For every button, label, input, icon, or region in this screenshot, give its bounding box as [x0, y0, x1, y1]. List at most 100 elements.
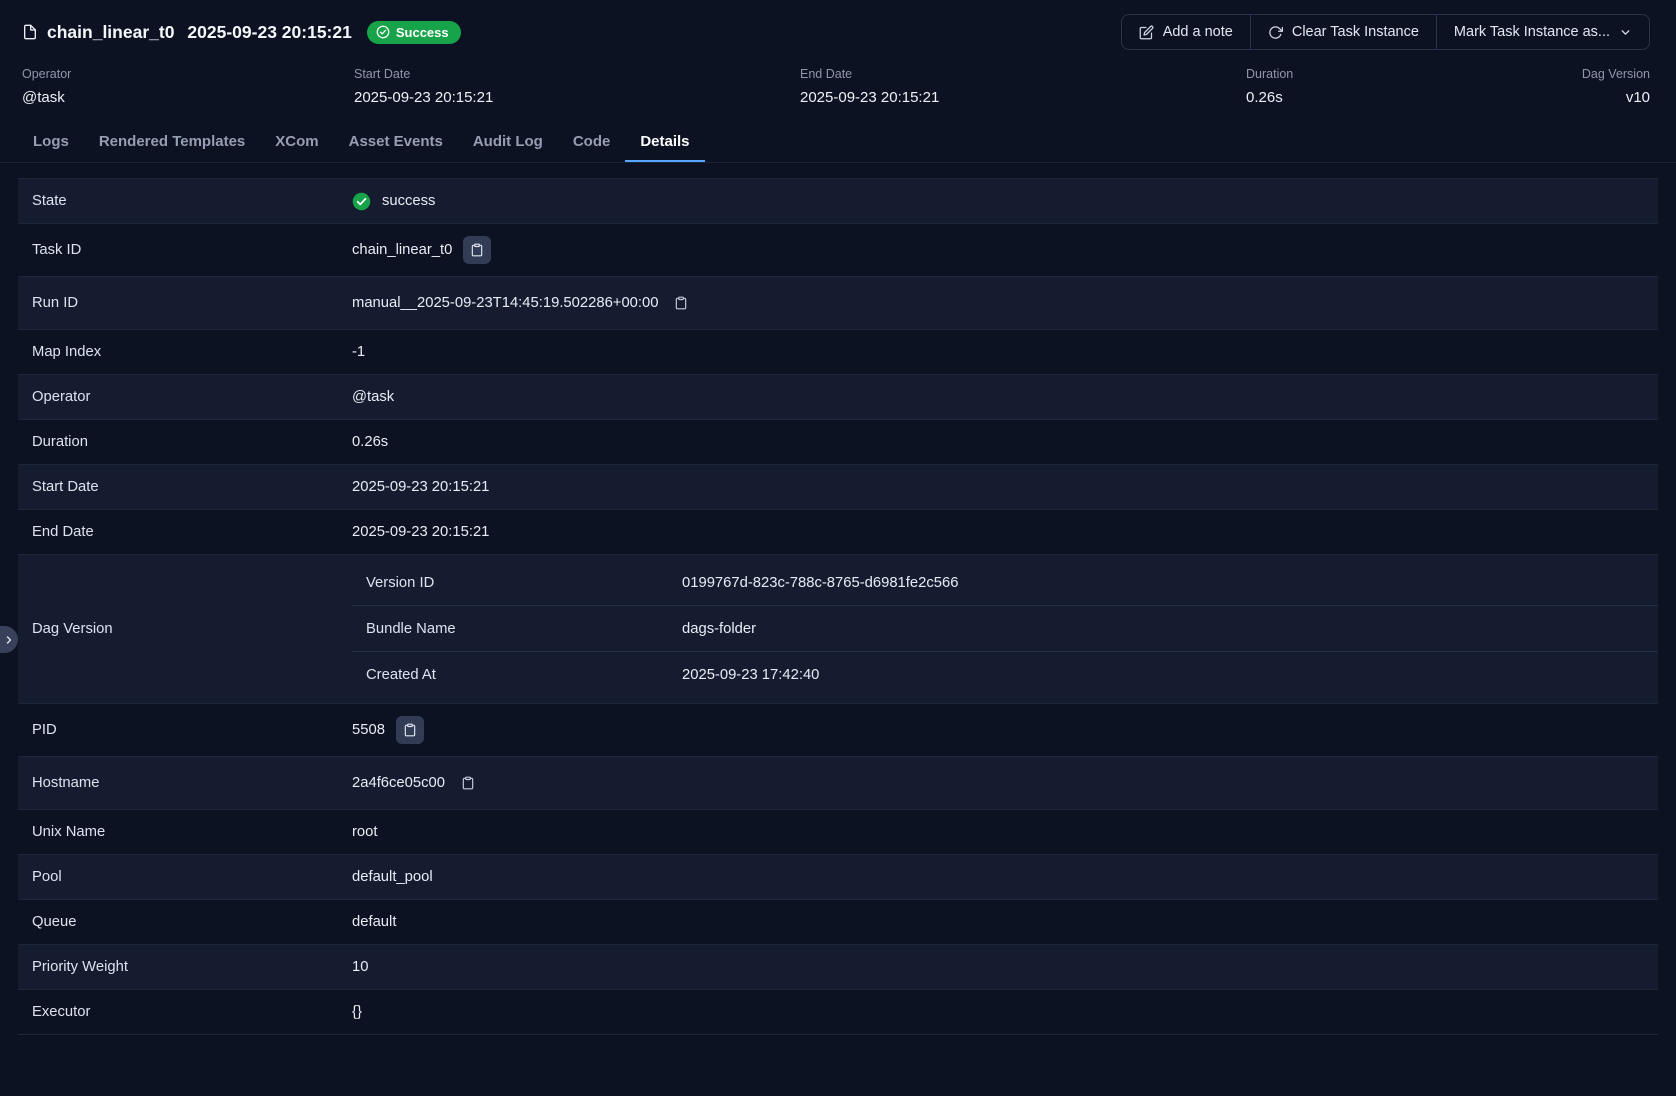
- row-label: Created At: [352, 667, 682, 683]
- copy-button[interactable]: [669, 291, 693, 315]
- copy-button[interactable]: [463, 236, 491, 264]
- row-value: 2025-09-23 20:15:21: [352, 479, 489, 495]
- meta-value: 0.26s: [1246, 89, 1582, 106]
- meta-label: Dag Version: [1582, 67, 1650, 81]
- table-row-dag-version: Dag Version Version ID 0199767d-823c-788…: [18, 555, 1658, 704]
- row-label: Bundle Name: [352, 621, 682, 637]
- row-value: 2025-09-23 20:15:21: [352, 524, 489, 540]
- header-action-group: Add a note Clear Task Instance Mark Task…: [1121, 14, 1650, 50]
- pid-value: 5508: [352, 722, 385, 738]
- priority-weight-value: 10: [352, 959, 368, 975]
- tab-xcom[interactable]: XCom: [260, 120, 333, 162]
- queue-value: default: [352, 914, 396, 930]
- row-value: 0.26s: [352, 434, 388, 450]
- row-label: Start Date: [18, 479, 352, 495]
- title-row: chain_linear_t0 2025-09-23 20:15:21 Succ…: [22, 14, 1650, 50]
- clipboard-icon: [403, 723, 417, 737]
- tab-asset-events[interactable]: Asset Events: [334, 120, 458, 162]
- map-index-value: -1: [352, 344, 365, 360]
- success-check-icon: [352, 192, 371, 211]
- clear-task-instance-label: Clear Task Instance: [1292, 24, 1419, 40]
- copy-button[interactable]: [456, 771, 480, 795]
- row-label: Priority Weight: [18, 959, 352, 975]
- tab-audit-log[interactable]: Audit Log: [458, 120, 558, 162]
- meta-label: Duration: [1246, 67, 1582, 81]
- header-meta-row: Operator @task Start Date 2025-09-23 20:…: [22, 67, 1650, 106]
- table-row-unix-name: Unix Name root: [18, 810, 1658, 855]
- check-circle-icon: [376, 25, 390, 39]
- row-value: 10: [352, 959, 368, 975]
- row-label: Dag Version: [18, 555, 352, 703]
- row-value: 2a4f6ce05c00: [352, 771, 480, 795]
- row-label: PID: [18, 722, 352, 738]
- table-row-pid: PID 5508: [18, 704, 1658, 757]
- meta-value: 2025-09-23 20:15:21: [800, 89, 1246, 106]
- tab-logs[interactable]: Logs: [18, 120, 84, 162]
- row-value: root: [352, 824, 378, 840]
- row-value: manual__2025-09-23T14:45:19.502286+00:00: [352, 291, 693, 315]
- pool-value: default_pool: [352, 869, 433, 885]
- meta-value: v10: [1582, 89, 1650, 106]
- tab-rendered-templates[interactable]: Rendered Templates: [84, 120, 260, 162]
- meta-label: End Date: [800, 67, 1246, 81]
- clipboard-icon: [470, 243, 484, 257]
- row-label: Duration: [18, 434, 352, 450]
- row-value: {}: [352, 1004, 362, 1020]
- sidebar-expand-toggle[interactable]: [0, 626, 18, 653]
- meta-start-date: Start Date 2025-09-23 20:15:21: [354, 67, 800, 106]
- tab-details[interactable]: Details: [625, 120, 704, 162]
- tab-code[interactable]: Code: [558, 120, 626, 162]
- unix-name-value: root: [352, 824, 378, 840]
- meta-label: Start Date: [354, 67, 800, 81]
- copy-button[interactable]: [396, 716, 424, 744]
- meta-operator: Operator @task: [22, 67, 354, 106]
- meta-label: Operator: [22, 67, 354, 81]
- chevron-down-icon: [1619, 26, 1632, 39]
- note-icon: [1139, 25, 1154, 40]
- table-row-operator: Operator @task: [18, 375, 1658, 420]
- meta-value: @task: [22, 89, 354, 106]
- mark-task-instance-as-label: Mark Task Instance as...: [1454, 24, 1610, 40]
- dag-version-nested-table: Version ID 0199767d-823c-788c-8765-d6981…: [352, 555, 1658, 703]
- clear-task-instance-button[interactable]: Clear Task Instance: [1250, 15, 1436, 49]
- duration-value: 0.26s: [352, 434, 388, 450]
- table-row-state: State success: [18, 179, 1658, 224]
- add-note-label: Add a note: [1163, 24, 1233, 40]
- version-id-value: 0199767d-823c-788c-8765-d6981fe2c566: [682, 575, 958, 591]
- task-instance-header: chain_linear_t0 2025-09-23 20:15:21 Succ…: [0, 0, 1676, 120]
- hostname-value: 2a4f6ce05c00: [352, 775, 445, 791]
- row-value: -1: [352, 344, 365, 360]
- table-row-priority-weight: Priority Weight 10: [18, 945, 1658, 990]
- task-run-timestamp: 2025-09-23 20:15:21: [187, 22, 351, 43]
- state-value: success: [382, 193, 435, 209]
- table-row-executor: Executor {}: [18, 990, 1658, 1035]
- table-row-map-index: Map Index -1: [18, 330, 1658, 375]
- row-label: Operator: [18, 389, 352, 405]
- status-badge-label: Success: [396, 25, 449, 40]
- row-value: @task: [352, 389, 394, 405]
- task-name: chain_linear_t0: [47, 22, 174, 43]
- table-row-duration: Duration 0.26s: [18, 420, 1658, 465]
- row-label: Hostname: [18, 775, 352, 791]
- run-id-value: manual__2025-09-23T14:45:19.502286+00:00: [352, 295, 658, 311]
- add-note-button[interactable]: Add a note: [1122, 15, 1250, 49]
- created-at-value: 2025-09-23 17:42:40: [682, 667, 819, 683]
- mark-task-instance-as-button[interactable]: Mark Task Instance as...: [1436, 15, 1649, 49]
- operator-value: @task: [352, 389, 394, 405]
- executor-value: {}: [352, 1004, 362, 1020]
- clipboard-icon: [674, 296, 688, 310]
- row-label: Unix Name: [18, 824, 352, 840]
- row-label: Map Index: [18, 344, 352, 360]
- row-value: success: [352, 192, 435, 211]
- meta-end-date: End Date 2025-09-23 20:15:21: [800, 67, 1246, 106]
- row-value: default_pool: [352, 869, 433, 885]
- table-row-task-id: Task ID chain_linear_t0: [18, 224, 1658, 277]
- table-row-run-id: Run ID manual__2025-09-23T14:45:19.50228…: [18, 277, 1658, 330]
- status-badge: Success: [367, 21, 461, 44]
- row-label: State: [18, 193, 352, 209]
- table-row-created-at: Created At 2025-09-23 17:42:40: [352, 652, 1658, 698]
- end-date-value: 2025-09-23 20:15:21: [352, 524, 489, 540]
- table-row-end-date: End Date 2025-09-23 20:15:21: [18, 510, 1658, 555]
- clipboard-icon: [461, 776, 475, 790]
- row-label: Queue: [18, 914, 352, 930]
